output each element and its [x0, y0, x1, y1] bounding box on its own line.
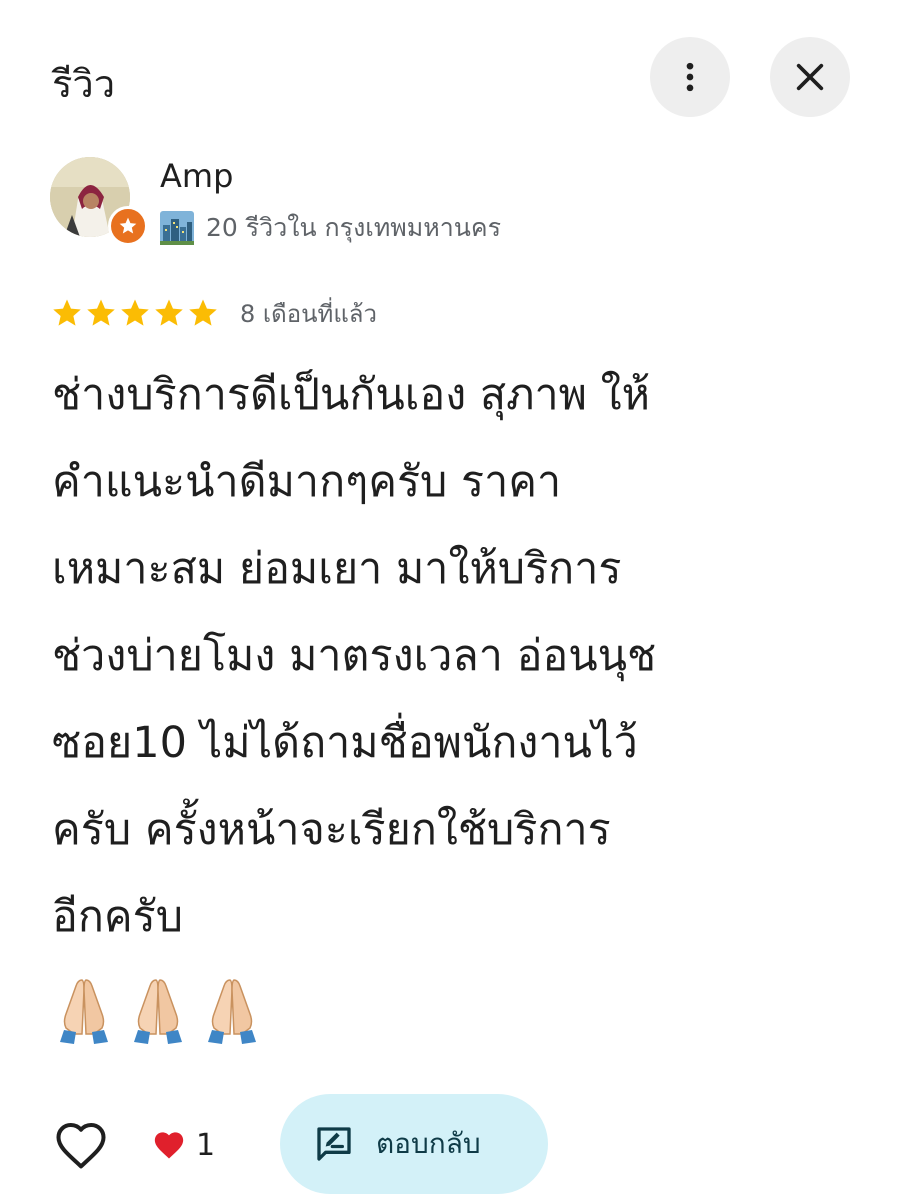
review-line: ครับ ครั้งหน้าจะเรียกใช้บริการ	[52, 805, 611, 855]
review-line: คำแนะนำดีมากๆครับ ราคา	[52, 457, 562, 507]
review-date: 8 เดือนที่แล้ว	[240, 299, 377, 328]
cityscape-icon	[160, 211, 194, 245]
emoji-row	[52, 976, 274, 1046]
folded-hands-icon	[134, 979, 182, 1044]
author-name[interactable]: Amp	[160, 153, 233, 199]
star-icon	[155, 299, 183, 326]
like-button[interactable]	[52, 1118, 110, 1172]
more-options-button[interactable]	[650, 37, 730, 117]
author-review-count: 20 รีวิวใน กรุงเทพมหานคร	[206, 213, 502, 242]
local-guide-badge	[108, 206, 148, 246]
reaction-summary[interactable]: 1	[152, 1124, 215, 1166]
reply-label: ตอบกลับ	[376, 1127, 481, 1160]
local-guide-star-icon	[119, 217, 137, 234]
review-line: ช่างบริการดีเป็นกันเอง สุภาพ ให้	[52, 370, 651, 420]
close-icon	[796, 63, 824, 91]
reply-button[interactable]: ตอบกลับ	[280, 1094, 548, 1194]
star-rating	[50, 296, 220, 330]
star-icon	[53, 299, 81, 326]
folded-hands-icon	[208, 979, 256, 1044]
review-line: เหมาะสม ย่อมเยา มาให้บริการ	[52, 544, 622, 594]
star-icon	[189, 299, 217, 326]
review-line: ซอย10 ไม่ได้ถามชื่อพนักงานไว้	[52, 718, 638, 768]
author-meta: 20 รีวิวใน กรุงเทพมหานคร	[160, 208, 501, 248]
review-body: ช่างบริการดีเป็นกันเอง สุภาพ ให้คำแนะนำด…	[52, 352, 862, 961]
page-title: รีวิว	[52, 62, 116, 106]
star-icon	[87, 299, 115, 326]
rating-row: 8 เดือนที่แล้ว	[50, 292, 377, 334]
close-button[interactable]	[770, 37, 850, 117]
heart-outline-icon	[56, 1122, 106, 1169]
reaction-count: 1	[196, 1127, 216, 1163]
more-vert-icon	[686, 62, 694, 92]
red-heart-icon	[154, 1132, 184, 1159]
review-line: อีกครับ	[52, 892, 184, 942]
folded-hands-icon	[60, 979, 108, 1044]
edit-reply-icon	[317, 1127, 351, 1161]
review-line: ช่วงบ่ายโมง มาตรงเวลา อ่อนนุช	[52, 631, 657, 681]
star-icon	[121, 299, 149, 326]
